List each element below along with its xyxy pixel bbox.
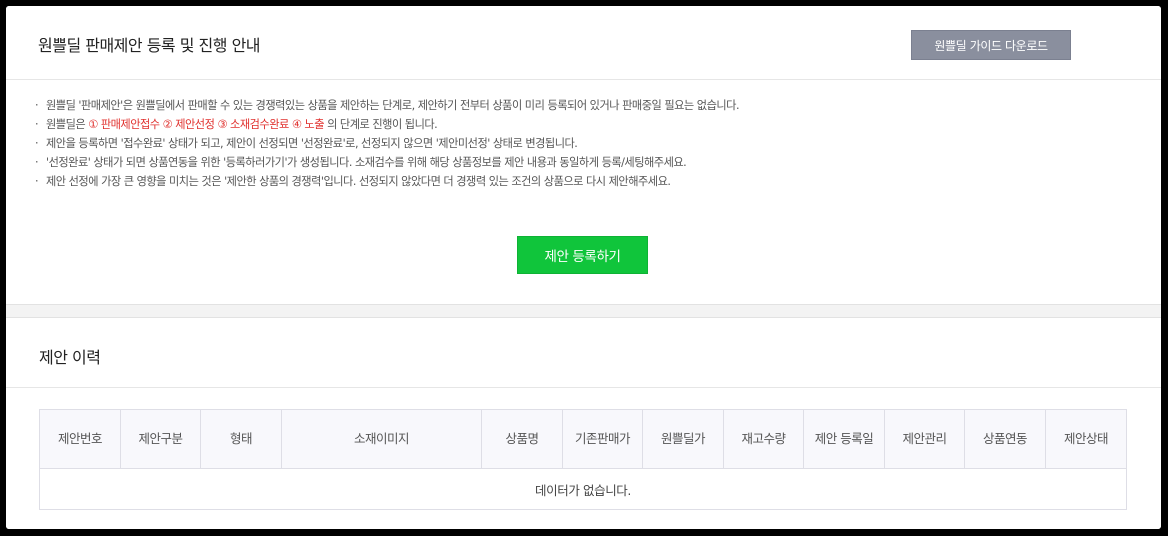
history-header: 제안 이력 [6,318,1161,388]
column-header: 상품연동 [964,409,1046,469]
column-header: 제안 등록일 [803,409,885,469]
column-header: 상품명 [481,409,563,469]
column-header: 제안번호 [39,409,121,469]
register-proposal-button[interactable]: 제안 등록하기 [517,236,648,274]
notice-item: 원쁠딜은 ① 판매제안접수 ② 제안선정 ③ 소재검수완료 ④ 노출 의 단계로… [35,115,739,134]
table-header-row: 제안번호 제안구분 형태 소재이미지 상품명 기존판매가 원쁠딜가 재고수량 제… [39,409,1127,469]
guide-header: 원쁠딜 판매제안 등록 및 진행 안내 원쁠딜 가이드 다운로드 [6,6,1161,80]
column-header: 제안구분 [120,409,201,469]
empty-message: 데이터가 없습니다. [39,468,1127,510]
notice-item: 제안 선정에 가장 큰 영향을 미치는 것은 '제안한 상품의 경쟁력'입니다.… [35,172,739,191]
notice-list: 원쁠딜 '판매제안'은 원쁠딜에서 판매할 수 있는 경쟁력있는 상품을 제안하… [35,96,740,191]
notice-text: 원쁠딜은 [46,118,89,131]
page-frame: 원쁠딜 판매제안 등록 및 진행 안내 원쁠딜 가이드 다운로드 원쁠딜 '판매… [6,6,1161,529]
column-header: 형태 [200,409,282,469]
column-header: 제안상태 [1045,409,1127,469]
notice-item: 제안을 등록하면 '접수완료' 상태가 되고, 제안이 선정되면 '선정완료'로… [35,134,739,153]
page-title: 원쁠딜 판매제안 등록 및 진행 안내 [38,36,261,55]
column-header: 기존판매가 [562,409,643,469]
notice-item: '선정완료' 상태가 되면 상품연동을 위한 '등록하러가기'가 생성됩니다. … [35,153,739,172]
history-panel: 제안 이력 제안번호 제안구분 형태 소재이미지 상품명 기존판매가 원쁠딜가 … [6,317,1161,529]
column-header: 제안관리 [884,409,965,469]
column-header: 재고수량 [723,409,804,469]
notice-text: 의 단계로 진행이 됩니다. [324,118,438,131]
notice-item: 원쁠딜 '판매제안'은 원쁠딜에서 판매할 수 있는 경쟁력있는 상품을 제안하… [35,96,740,115]
column-header: 소재이미지 [281,409,482,469]
guide-panel: 원쁠딜 판매제안 등록 및 진행 안내 원쁠딜 가이드 다운로드 원쁠딜 '판매… [6,6,1161,305]
column-header: 원쁠딜가 [642,409,724,469]
guide-download-button[interactable]: 원쁠딜 가이드 다운로드 [911,30,1071,60]
notice-steps-highlight: ① 판매제안접수 ② 제안선정 ③ 소재검수완료 ④ 노출 [88,118,325,131]
history-table: 제안번호 제안구분 형태 소재이미지 상품명 기존판매가 원쁠딜가 재고수량 제… [39,409,1127,510]
history-title: 제안 이력 [39,348,101,367]
table-row: 데이터가 없습니다. [39,468,1127,510]
